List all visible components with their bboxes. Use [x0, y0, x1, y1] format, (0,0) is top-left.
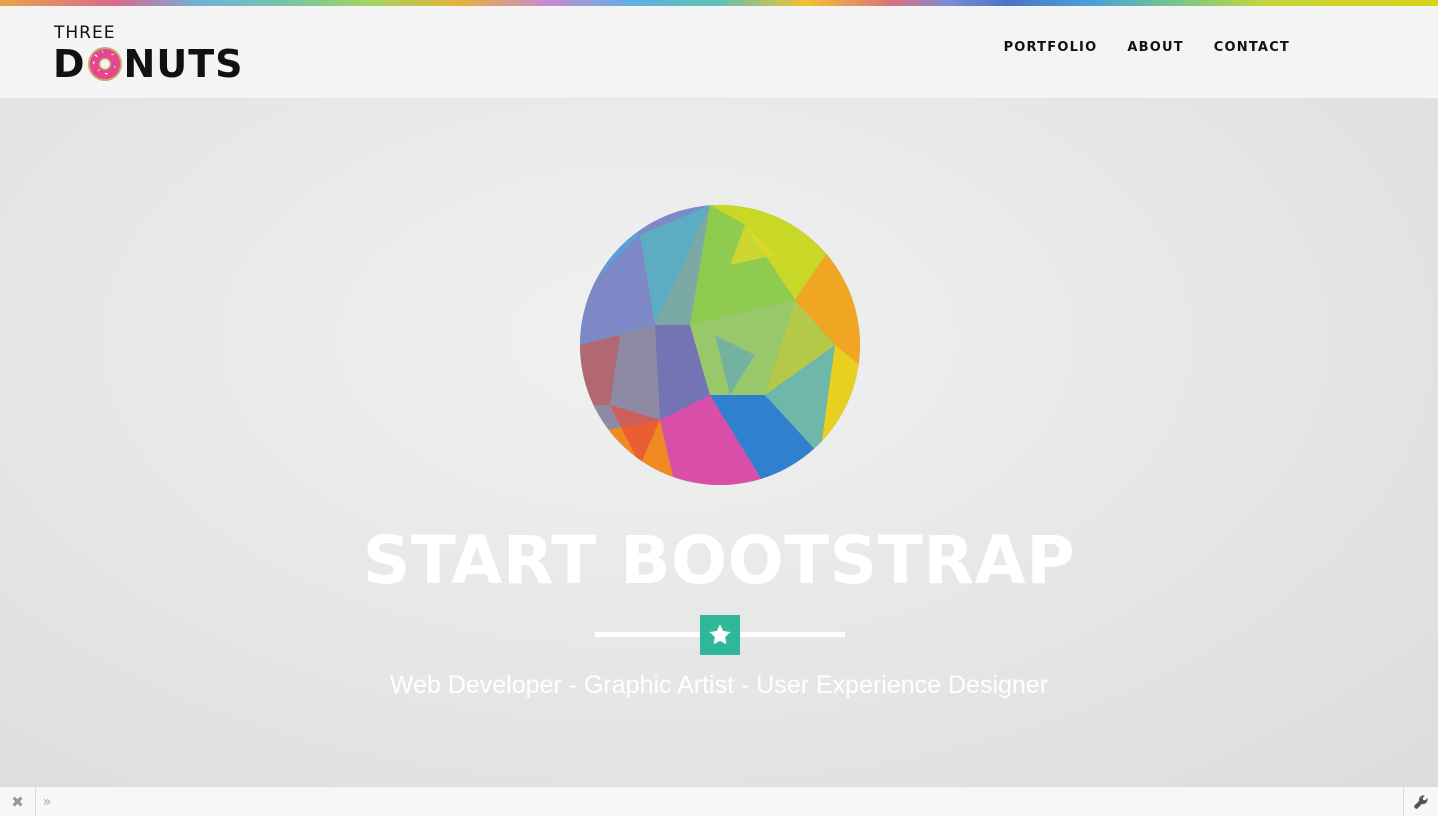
- logo[interactable]: THREE D NUTS: [53, 23, 243, 87]
- logo-letters-nuts: NUTS: [123, 42, 244, 86]
- wrench-icon[interactable]: [1403, 787, 1438, 816]
- divider-line-right: [740, 632, 845, 637]
- geometric-rainbow-circle: [580, 205, 860, 485]
- pink-donut-icon: [87, 47, 122, 81]
- hero-title: START BOOTSTRAP: [362, 522, 1076, 599]
- hero-subtitle: Web Developer - Graphic Artist - User Ex…: [389, 671, 1049, 699]
- hero-section: START BOOTSTRAP Web Developer - Graphic …: [0, 99, 1438, 786]
- nav-link-portfolio[interactable]: PORTFOLIO: [1004, 40, 1098, 55]
- divider-line-left: [595, 632, 700, 637]
- double-chevron-right-icon[interactable]: »: [38, 787, 56, 816]
- close-icon[interactable]: ✖: [0, 787, 36, 816]
- navbar: THREE D NUTS PORTFOLIO ABOUT CONTACT: [0, 6, 1438, 99]
- page: THREE D NUTS PORTFOLIO ABOUT CONTACT STA…: [0, 0, 1438, 816]
- star-icon: [709, 624, 731, 645]
- star-badge: [700, 615, 740, 655]
- main-nav: PORTFOLIO ABOUT CONTACT: [1004, 40, 1290, 55]
- logo-letter-d: D: [53, 42, 86, 86]
- bottom-toolbar: ✖ »: [0, 786, 1438, 816]
- logo-main-word: D NUTS: [53, 43, 244, 85]
- logo-top-word: THREE: [54, 23, 116, 43]
- nav-link-contact[interactable]: CONTACT: [1214, 40, 1290, 55]
- nav-link-about[interactable]: ABOUT: [1127, 40, 1183, 55]
- star-divider: [595, 615, 845, 655]
